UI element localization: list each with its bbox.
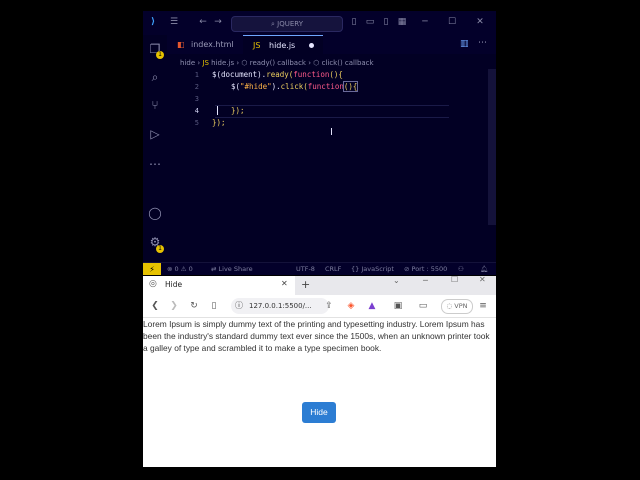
more-icon[interactable]: ⋯: [148, 157, 162, 171]
browser-toolbar: ❮ ❯ ↻ ▯ ⓘ 127.0.0.1:5500/... ⇪ ◈ ▲ ▣ ▭ ◌…: [143, 295, 496, 318]
share-icon[interactable]: ⇪: [323, 300, 335, 312]
code-line-4: });: [231, 106, 245, 115]
close-icon[interactable]: ✕: [475, 17, 485, 27]
menu-icon[interactable]: ≡: [477, 300, 489, 312]
browser-tab-bar: ◎ Hide ✕ + ⌄ ─ ☐ ✕: [143, 276, 496, 295]
toggle-sidebar-icon[interactable]: ▯: [349, 17, 359, 27]
bookmark-icon[interactable]: ▯: [208, 300, 220, 312]
brave-shields-icon[interactable]: ◈: [345, 300, 357, 312]
back-arrow-icon[interactable]: ←: [198, 17, 208, 27]
account-icon[interactable]: ◯: [148, 206, 162, 220]
live-share-item[interactable]: ⇄ Live Share: [211, 263, 253, 275]
address-bar[interactable]: ⓘ 127.0.0.1:5500/...: [231, 298, 329, 314]
tab-search-icon[interactable]: ⌄: [393, 276, 400, 285]
text-cursor: [217, 106, 218, 115]
status-bar: ⚡ ⊗ 0 ⚠ 0 ⇄ Live Share UTF-8 CRLF {} Jav…: [143, 262, 496, 275]
hide-button[interactable]: Hide: [302, 402, 336, 423]
browser-tab-hide[interactable]: ◎ Hide ✕: [143, 276, 295, 295]
source-control-icon[interactable]: ⑂: [148, 98, 162, 112]
breadcrumb: hide › JS hide.js › ⬡ ready() callback ›…: [180, 59, 374, 67]
mouse-ibeam-cursor-icon: I: [330, 127, 333, 138]
port-item[interactable]: ⊘ Port : 5500: [404, 263, 447, 275]
tab-label: index.html: [191, 40, 234, 49]
more-actions-icon[interactable]: ⋯: [478, 38, 487, 48]
html5-icon: ◧: [177, 40, 185, 49]
title-bar: ⟩ ☰ ← → ⌕ JQUERY ▯ ▭ ▯ ▦ ─ ☐ ✕: [143, 11, 496, 35]
eol-item[interactable]: CRLF: [325, 263, 341, 275]
browser-tab-title: Hide: [165, 280, 183, 289]
menu-icon[interactable]: ☰: [169, 17, 179, 27]
breadcrumb-scope-ready[interactable]: ready() callback: [250, 59, 306, 67]
close-tab-icon[interactable]: ✕: [281, 279, 288, 288]
split-editor-icon[interactable]: ▥: [460, 39, 469, 49]
line-number: 1: [194, 71, 199, 79]
forward-icon[interactable]: ❯: [168, 300, 180, 312]
breadcrumb-folder[interactable]: hide: [180, 59, 195, 67]
line-number: 5: [194, 119, 199, 127]
tab-hide-js[interactable]: JS hide.js: [243, 35, 323, 55]
code-line-5: });: [212, 118, 226, 127]
brave-rewards-icon[interactable]: ▲: [366, 300, 378, 312]
code-line-1: $(document).ready(function(){: [212, 70, 343, 79]
encoding-item[interactable]: UTF-8: [296, 263, 315, 275]
code-editor[interactable]: 1 2 3 4 5 $(document).ready(function(){ …: [167, 69, 487, 265]
back-icon[interactable]: ❮: [149, 300, 161, 312]
minimize-icon[interactable]: ─: [423, 276, 428, 285]
search-label: JQUERY: [277, 20, 303, 28]
tab-index-html[interactable]: ◧ index.html: [167, 35, 243, 54]
sidebar-icon[interactable]: ▣: [392, 300, 404, 312]
maximize-icon[interactable]: ☐: [451, 276, 458, 284]
vscode-logo-icon: ⟩: [150, 17, 156, 27]
run-debug-icon[interactable]: ▷: [148, 127, 162, 141]
code-line-2: $("#hide").click(function(){: [231, 81, 359, 92]
maximize-icon[interactable]: ☐: [447, 17, 457, 27]
accounts-icon[interactable]: ⚇: [458, 263, 464, 275]
problems-indicator[interactable]: ⊗ 0 ⚠ 0: [167, 263, 193, 275]
wallet-icon[interactable]: ▭: [417, 300, 429, 312]
notifications-bell-icon[interactable]: 🔔︎: [480, 263, 488, 275]
line-number: 3: [194, 95, 199, 103]
remote-indicator-icon[interactable]: ⚡: [143, 263, 161, 275]
editor-scrollbar[interactable]: [488, 69, 496, 225]
globe-icon: ◎: [149, 279, 157, 289]
new-tab-icon[interactable]: +: [301, 278, 310, 291]
url-text: 127.0.0.1:5500/...: [249, 302, 312, 310]
language-item[interactable]: {} JavaScript: [351, 263, 394, 275]
lorem-paragraph: Lorem Ipsum is simply dummy text of the …: [143, 319, 490, 353]
layout-icon[interactable]: ▦: [397, 17, 407, 27]
editor-tab-bar: ◧ index.html JS hide.js ▥ ⋯: [167, 35, 496, 55]
javascript-icon: JS: [202, 59, 209, 67]
vpn-button[interactable]: ◌ VPN: [441, 299, 473, 314]
toggle-secondary-sidebar-icon[interactable]: ▯: [381, 17, 391, 27]
reload-icon[interactable]: ↻: [188, 300, 200, 312]
minimize-icon[interactable]: ─: [420, 17, 430, 27]
line-number: 2: [194, 83, 199, 91]
forward-arrow-icon[interactable]: →: [213, 17, 223, 27]
toggle-panel-icon[interactable]: ▭: [365, 17, 375, 27]
explorer-badge: 1: [156, 51, 164, 59]
current-line-highlight: [215, 105, 449, 118]
search-icon[interactable]: ⌕: [148, 70, 162, 84]
breadcrumb-file[interactable]: hide.js: [211, 59, 234, 67]
page-content: Lorem Ipsum is simply dummy text of the …: [143, 318, 496, 423]
breadcrumb-scope-click[interactable]: click() callback: [322, 59, 374, 67]
info-icon: ⓘ: [235, 301, 243, 310]
tab-label: hide.js: [269, 41, 296, 50]
browser-window: ◎ Hide ✕ + ⌄ ─ ☐ ✕ ❮ ❯ ↻ ▯ ⓘ 127.0.0.1:5…: [143, 276, 496, 467]
unsaved-dot-icon[interactable]: [309, 43, 314, 48]
settings-badge: 1: [156, 245, 164, 253]
javascript-icon: JS: [253, 41, 261, 50]
close-icon[interactable]: ✕: [479, 276, 486, 284]
line-number: 4: [194, 107, 199, 115]
vscode-window: ⟩ ☰ ← → ⌕ JQUERY ▯ ▭ ▯ ▦ ─ ☐ ✕ ❐ 1 ⌕ ⑂ ▷…: [143, 11, 496, 275]
activity-bar: ❐ 1 ⌕ ⑂ ▷ ⋯ ◯ ⚙ 1: [143, 35, 167, 267]
command-center-search[interactable]: ⌕ JQUERY: [231, 16, 343, 32]
